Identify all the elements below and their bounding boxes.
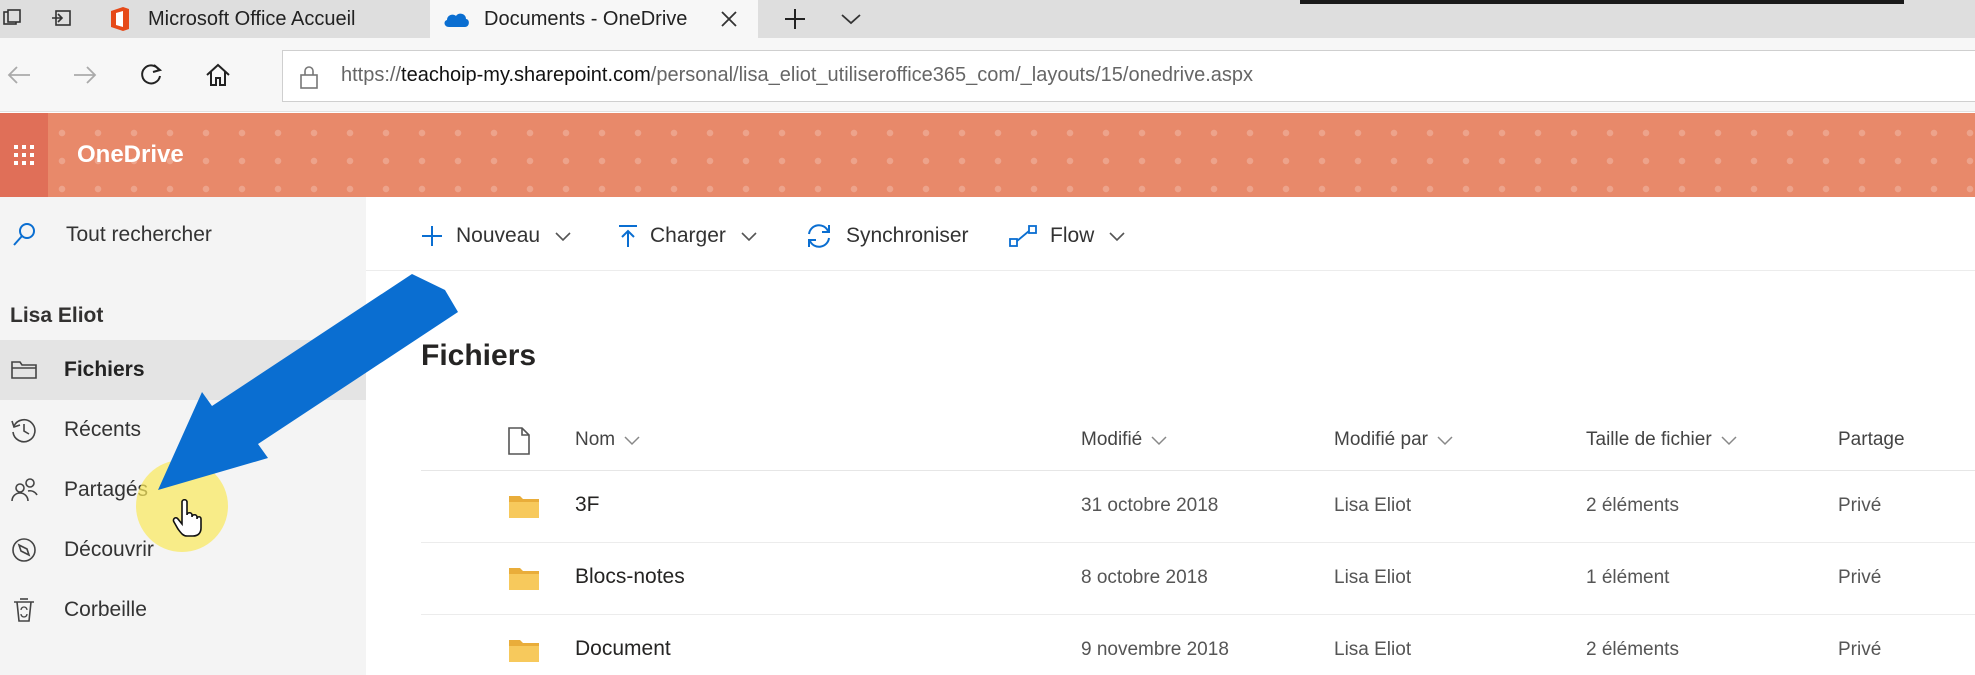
sharing-status: Privé (1838, 639, 1882, 660)
file-name[interactable]: 3F (575, 493, 600, 517)
table-row[interactable]: Blocs-notes 8 octobre 2018 Lisa Eliot 1 … (421, 543, 1975, 615)
file-size: 2 éléments (1586, 495, 1679, 516)
file-size: 2 éléments (1586, 639, 1679, 660)
file-name[interactable]: Blocs-notes (575, 565, 685, 589)
new-label: Nouveau (456, 224, 541, 247)
modified-date: 31 octobre 2018 (1081, 495, 1219, 516)
refresh-icon[interactable] (136, 60, 166, 90)
shared-icon (10, 476, 38, 504)
chevron-down-icon (1151, 436, 1167, 446)
url-text: https://teachoip-my.sharepoint.com/perso… (341, 64, 1253, 86)
page-title: Fichiers (421, 339, 537, 372)
set-aside-tabs-icon[interactable] (50, 6, 74, 30)
home-icon[interactable] (203, 60, 233, 90)
discover-icon (10, 536, 38, 564)
search-icon (10, 221, 38, 249)
chevron-down-icon (624, 436, 640, 446)
sidebar-item-label: Partagés (64, 478, 149, 501)
onedrive-cloud-icon (442, 5, 470, 33)
search-label: Tout rechercher (66, 223, 212, 246)
files-icon (10, 356, 38, 384)
modified-date: 8 octobre 2018 (1081, 567, 1208, 588)
modified-date: 9 novembre 2018 (1081, 639, 1229, 660)
hand-cursor-icon (172, 498, 202, 537)
modified-by: Lisa Eliot (1334, 639, 1412, 660)
new-button[interactable]: Nouveau (420, 221, 572, 251)
window-edge (1300, 0, 1904, 4)
sync-button[interactable]: Synchroniser (804, 221, 969, 251)
folder-icon (508, 637, 540, 663)
chevron-down-icon (1437, 436, 1453, 446)
sidebar-item-recent[interactable]: Récents (0, 400, 366, 460)
recycle-bin-icon (10, 596, 38, 624)
sidebar-item-recycle-bin[interactable]: Corbeille (0, 580, 366, 640)
sidebar-item-label: Récents (64, 418, 142, 441)
column-header-name[interactable]: Nom (575, 429, 641, 451)
chevron-down-icon (555, 232, 571, 242)
left-navigation: Tout rechercher Lisa Eliot Fichiers Réce… (0, 197, 366, 675)
column-header-modified[interactable]: Modifié (1081, 429, 1168, 451)
lock-icon (297, 64, 321, 90)
app-launcher-icon[interactable] (0, 113, 48, 197)
upload-button[interactable]: Charger (618, 221, 758, 251)
sharing-status: Privé (1838, 495, 1882, 516)
tab-actions-icon[interactable] (0, 6, 24, 30)
sidebar-item-label: Corbeille (64, 598, 147, 621)
tab-title: Documents - OneDrive (484, 7, 688, 30)
flow-label: Flow (1050, 224, 1095, 247)
upload-label: Charger (650, 224, 726, 247)
browser-tab-strip: Microsoft Office Accueil Documents - One… (0, 0, 1975, 38)
app-title[interactable]: OneDrive (77, 141, 184, 169)
user-name: Lisa Eliot (10, 304, 104, 327)
file-type-icon[interactable] (506, 426, 532, 456)
sync-icon (808, 224, 830, 248)
folder-icon (508, 493, 540, 519)
search-box[interactable]: Tout rechercher (0, 197, 366, 271)
recent-icon (10, 416, 38, 444)
back-arrow-icon[interactable] (4, 60, 34, 90)
chevron-down-icon (1721, 436, 1737, 446)
address-bar[interactable]: https://teachoip-my.sharepoint.com/perso… (282, 50, 1975, 102)
office-logo-icon (106, 5, 134, 33)
sidebar-item-label: Découvrir (64, 538, 154, 561)
browser-toolbar: https://teachoip-my.sharepoint.com/perso… (0, 38, 1975, 112)
tab-office-home[interactable]: Microsoft Office Accueil (94, 0, 424, 38)
file-name[interactable]: Document (575, 637, 671, 661)
modified-by: Lisa Eliot (1334, 567, 1412, 588)
forward-arrow-icon[interactable] (70, 60, 100, 90)
file-size: 1 élément (1586, 567, 1670, 588)
chevron-down-icon (1109, 232, 1125, 242)
sidebar-item-label: Fichiers (64, 358, 145, 381)
column-header-sharing[interactable]: Partage (1838, 429, 1905, 451)
table-row[interactable]: Document 9 novembre 2018 Lisa Eliot 2 él… (421, 615, 1975, 675)
flow-icon (1009, 225, 1037, 247)
table-row[interactable]: 3F 31 octobre 2018 Lisa Eliot 2 éléments… (421, 471, 1975, 543)
new-tab-icon[interactable] (780, 4, 810, 34)
flow-button[interactable]: Flow (1008, 221, 1126, 251)
plus-icon (422, 226, 442, 246)
chevron-down-icon (741, 232, 757, 242)
tab-onedrive-documents[interactable]: Documents - OneDrive (430, 0, 758, 38)
upload-arrow-icon (619, 225, 637, 247)
suite-header: OneDrive (0, 113, 1975, 197)
chevron-down-icon[interactable] (836, 4, 866, 34)
tab-title: Microsoft Office Accueil (148, 7, 356, 30)
close-tab-icon[interactable] (716, 6, 742, 32)
column-header-file-size[interactable]: Taille de fichier (1586, 429, 1738, 451)
sharing-status: Privé (1838, 567, 1882, 588)
command-bar: Nouveau Charger Synchroniser Flow (366, 197, 1975, 271)
folder-icon (508, 565, 540, 591)
modified-by: Lisa Eliot (1334, 495, 1412, 516)
sync-label: Synchroniser (846, 224, 969, 247)
sidebar-item-files[interactable]: Fichiers (0, 340, 366, 400)
column-header-modified-by[interactable]: Modifié par (1334, 429, 1454, 451)
